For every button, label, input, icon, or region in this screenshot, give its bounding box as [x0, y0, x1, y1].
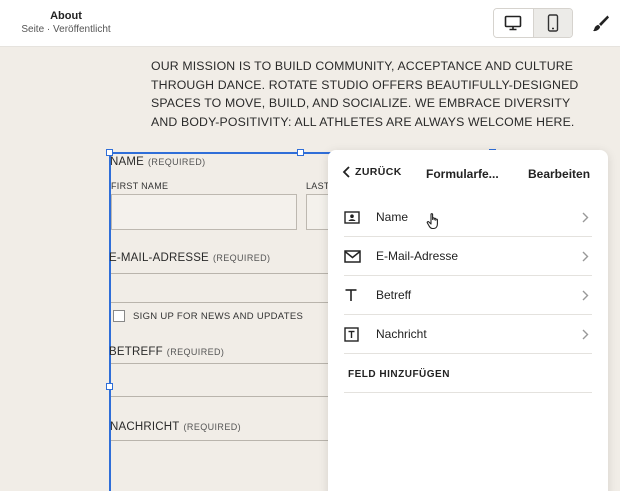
field-row-subject[interactable]: Betreff [344, 276, 592, 315]
page-title: About [50, 10, 82, 22]
panel-header: ZURÜCK Formularfe... Bearbeiten [328, 150, 608, 198]
email-field-label: E-MAIL-ADRESSE (REQUIRED) [109, 252, 270, 264]
last-name-label: LAST [306, 181, 330, 191]
name-label-text: NAME [110, 156, 145, 168]
field-row-message[interactable]: Nachricht [344, 315, 592, 354]
chevron-right-icon [578, 212, 592, 223]
page-status: Seite · Veröffentlicht [21, 24, 111, 35]
message-input-top-border [111, 440, 331, 441]
hand-cursor-icon [426, 213, 438, 230]
id-card-icon [344, 210, 366, 224]
required-tag: (REQUIRED) [212, 253, 271, 263]
add-field-button[interactable]: FELD HINZUFÜGEN [348, 369, 450, 380]
edit-button[interactable]: Bearbeiten [528, 167, 590, 181]
subject-input-top-border [111, 363, 331, 364]
envelope-icon [344, 249, 366, 263]
text-icon [344, 288, 366, 302]
field-row-name[interactable]: Name [344, 198, 592, 237]
resize-handle-top-left[interactable] [106, 149, 113, 156]
chevron-right-icon [578, 290, 592, 301]
chevron-right-icon [578, 329, 592, 340]
subject-field-label: BETREFF (REQUIRED) [109, 346, 224, 358]
mobile-view-button[interactable] [532, 9, 572, 37]
editor-topbar: About Seite · Veröffentlicht [0, 0, 620, 47]
field-label: Nachricht [376, 327, 427, 341]
field-row-email[interactable]: E-Mail-Adresse [344, 237, 592, 276]
page-info[interactable]: About Seite · Veröffentlicht [0, 9, 132, 37]
back-label: ZURÜCK [355, 166, 402, 178]
subject-label-text: BETREFF [109, 346, 163, 358]
desktop-view-button[interactable] [494, 9, 533, 37]
name-field-label: NAME (REQUIRED) [110, 156, 206, 168]
required-tag: (REQUIRED) [166, 347, 225, 357]
email-label-text: E-MAIL-ADRESSE [109, 252, 209, 264]
add-field-divider [344, 392, 592, 393]
email-input-bottom-border [111, 302, 331, 303]
monitor-icon [505, 15, 522, 31]
required-tag: (REQUIRED) [148, 157, 206, 167]
field-label: Betreff [376, 288, 412, 302]
subject-input-bottom-border [111, 396, 331, 397]
panel-title: Formularfe... [426, 167, 499, 181]
resize-handle-left[interactable] [106, 383, 113, 390]
required-tag: (REQUIRED) [183, 422, 242, 432]
email-input-top-border [111, 273, 331, 274]
form-fields-panel: ZURÜCK Formularfe... Bearbeiten Name E-M… [328, 150, 608, 491]
newsletter-label: SIGN UP FOR NEWS AND UPDATES [133, 311, 304, 322]
device-toggle [493, 8, 573, 38]
first-name-input[interactable] [111, 194, 297, 230]
paintbrush-icon [593, 15, 609, 32]
phone-icon [547, 14, 559, 32]
site-styles-button[interactable] [588, 11, 612, 35]
chevron-right-icon [578, 251, 592, 262]
field-label: E-Mail-Adresse [376, 249, 459, 263]
back-button[interactable]: ZURÜCK [342, 166, 402, 178]
text-box-icon [344, 326, 366, 342]
field-label: Name [376, 210, 409, 224]
newsletter-checkbox[interactable] [113, 310, 125, 322]
mission-text: OUR MISSION IS TO BUILD COMMUNITY, ACCEP… [151, 59, 579, 129]
message-field-label: NACHRICHT (REQUIRED) [110, 421, 241, 433]
message-label-text: NACHRICHT [110, 421, 180, 433]
first-name-label: FIRST NAME [111, 181, 169, 191]
chevron-left-icon [342, 166, 350, 178]
resize-handle-top[interactable] [297, 149, 304, 156]
